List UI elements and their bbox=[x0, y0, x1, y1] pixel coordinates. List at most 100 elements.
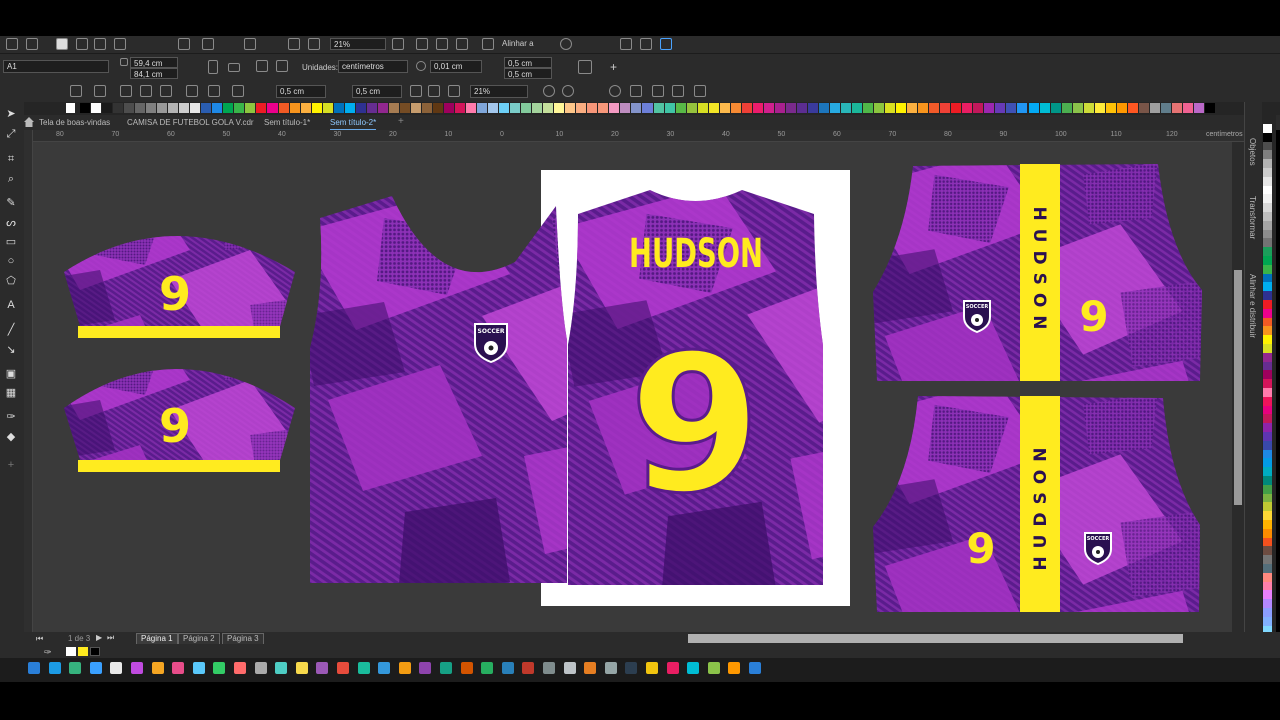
palette-swatch[interactable] bbox=[1127, 103, 1138, 113]
print-icon[interactable] bbox=[76, 38, 88, 50]
group-icon[interactable] bbox=[94, 85, 106, 97]
docker-shortcut-icon[interactable] bbox=[419, 662, 432, 674]
vertical-palette-swatch[interactable] bbox=[1263, 388, 1272, 397]
palette-swatch[interactable] bbox=[388, 103, 399, 113]
palette-swatch[interactable] bbox=[885, 103, 896, 113]
zoom-all-icon[interactable] bbox=[630, 85, 642, 97]
vertical-palette-swatch[interactable] bbox=[1263, 352, 1272, 362]
palette-swatch[interactable] bbox=[763, 103, 774, 113]
vertical-palette-swatch[interactable] bbox=[1263, 370, 1272, 380]
palette-swatch[interactable] bbox=[454, 103, 465, 113]
launch-icon[interactable] bbox=[620, 38, 632, 50]
vertical-palette-swatch[interactable] bbox=[1263, 256, 1272, 265]
vertical-palette-swatch[interactable] bbox=[1263, 537, 1272, 547]
palette-swatch[interactable] bbox=[510, 103, 521, 113]
shape-tool-icon[interactable]: ⤢ bbox=[4, 127, 18, 141]
docker-shortcut-icon[interactable] bbox=[337, 662, 349, 674]
docker-shortcut-icon[interactable] bbox=[749, 662, 761, 674]
vertical-palette-swatch[interactable] bbox=[1263, 405, 1272, 415]
duplicate-y-field[interactable]: 0,5 cm bbox=[504, 68, 552, 79]
vertical-palette-swatch[interactable] bbox=[1263, 564, 1272, 573]
palette-swatch[interactable] bbox=[499, 103, 510, 113]
palette-swatch[interactable] bbox=[1105, 103, 1116, 113]
docker-shortcut-icon[interactable] bbox=[48, 662, 61, 674]
palette-swatch[interactable] bbox=[157, 103, 168, 113]
vertical-palette-swatch[interactable] bbox=[1263, 238, 1272, 248]
palette-swatch[interactable] bbox=[741, 103, 752, 113]
page-first-icon[interactable]: ⏮ bbox=[36, 634, 43, 644]
docker-shortcut-icon[interactable] bbox=[295, 662, 308, 674]
palette-swatch[interactable] bbox=[929, 103, 940, 113]
palette-swatch[interactable] bbox=[984, 103, 995, 113]
docker-shortcut-icon[interactable] bbox=[543, 662, 555, 674]
palette-swatch[interactable] bbox=[355, 103, 366, 113]
paste-icon[interactable] bbox=[178, 38, 190, 50]
docker-shortcut-icon[interactable] bbox=[563, 662, 576, 674]
page-next-icon[interactable]: ▶ bbox=[96, 633, 102, 642]
palette-swatch[interactable] bbox=[1028, 103, 1039, 113]
vertical-palette-swatch[interactable] bbox=[1263, 132, 1272, 142]
vertical-palette-swatch[interactable] bbox=[1263, 599, 1272, 609]
import-icon[interactable] bbox=[288, 38, 300, 50]
vertical-palette-swatch[interactable] bbox=[1263, 194, 1272, 204]
palette-swatch[interactable] bbox=[598, 103, 609, 113]
vertical-palette-swatch[interactable] bbox=[1263, 414, 1272, 424]
docker-shortcut-icon[interactable] bbox=[398, 662, 411, 674]
vertical-palette-swatch[interactable] bbox=[1263, 608, 1272, 617]
palette-swatch[interactable] bbox=[311, 103, 322, 113]
portrait-icon[interactable] bbox=[208, 60, 218, 74]
eyedropper-small-icon[interactable]: ✑ bbox=[44, 647, 52, 658]
palette-swatch[interactable] bbox=[80, 103, 91, 113]
palette-swatch[interactable] bbox=[686, 103, 697, 113]
zoom-tool-icon[interactable]: ⌕ bbox=[4, 172, 18, 186]
docker-shortcut-icon[interactable] bbox=[522, 662, 535, 674]
zoom-selected-icon[interactable] bbox=[609, 85, 621, 97]
docker-shortcut-icon[interactable] bbox=[69, 662, 82, 674]
vertical-palette-swatch[interactable] bbox=[1263, 264, 1272, 274]
vertical-palette-swatch[interactable] bbox=[1263, 379, 1272, 389]
palette-swatch[interactable] bbox=[1061, 103, 1072, 113]
zoom-level-field[interactable]: 21% bbox=[470, 85, 528, 98]
vertical-palette-swatch[interactable] bbox=[1263, 212, 1272, 221]
docker-shortcut-icon[interactable] bbox=[28, 662, 40, 674]
palette-swatch[interactable] bbox=[190, 103, 201, 113]
palette-swatch[interactable] bbox=[565, 103, 576, 113]
vertical-palette-swatch[interactable] bbox=[1263, 493, 1272, 503]
palette-swatch[interactable] bbox=[874, 103, 885, 113]
palette-swatch[interactable] bbox=[410, 103, 421, 113]
list-icon[interactable] bbox=[70, 85, 82, 97]
rectangle-tool-icon[interactable]: ▭ bbox=[4, 235, 18, 249]
docker-shortcut-icon[interactable] bbox=[357, 662, 370, 674]
zoom-page-icon[interactable] bbox=[652, 85, 664, 97]
text-tool-icon[interactable]: A bbox=[4, 298, 18, 312]
rulers-icon[interactable] bbox=[416, 38, 428, 50]
docker-tab-objects[interactable]: Objetos bbox=[1248, 138, 1257, 166]
palette-swatch[interactable] bbox=[1116, 103, 1127, 113]
palette-swatch[interactable] bbox=[1072, 103, 1083, 113]
guidelines-icon[interactable] bbox=[456, 38, 468, 50]
palette-swatch[interactable] bbox=[631, 103, 642, 113]
all-pages-icon[interactable] bbox=[256, 60, 268, 72]
docker-shortcut-icon[interactable] bbox=[460, 662, 473, 674]
docker-shortcut-icon[interactable] bbox=[378, 662, 391, 674]
pick-tool-icon[interactable]: ➤ bbox=[4, 107, 18, 121]
treat-as-filled-icon[interactable] bbox=[578, 60, 592, 74]
vertical-palette-swatch[interactable] bbox=[1263, 520, 1272, 529]
docker-shortcut-icon[interactable] bbox=[110, 662, 123, 674]
docker-shortcut-icon[interactable] bbox=[501, 662, 514, 674]
palette-swatch[interactable] bbox=[377, 103, 388, 113]
palette-swatch[interactable] bbox=[807, 103, 818, 113]
new-tab-icon[interactable]: + bbox=[398, 116, 404, 127]
palette-swatch[interactable] bbox=[168, 103, 179, 113]
palette-swatch[interactable] bbox=[135, 103, 146, 113]
new-document-icon[interactable] bbox=[6, 38, 18, 50]
palette-swatch[interactable] bbox=[785, 103, 796, 113]
outline-height-field[interactable]: 0,5 cm bbox=[352, 85, 402, 98]
tab-untitled-2[interactable]: Sem título-2* bbox=[330, 117, 377, 130]
ellipse-tool-icon[interactable]: ○ bbox=[4, 254, 18, 268]
docker-shortcut-icon[interactable] bbox=[481, 662, 494, 674]
docker-shortcut-icon[interactable] bbox=[707, 662, 720, 674]
docker-shortcut-icon[interactable] bbox=[172, 662, 185, 674]
copy-icon[interactable] bbox=[114, 38, 126, 50]
palette-swatch[interactable] bbox=[432, 103, 443, 113]
